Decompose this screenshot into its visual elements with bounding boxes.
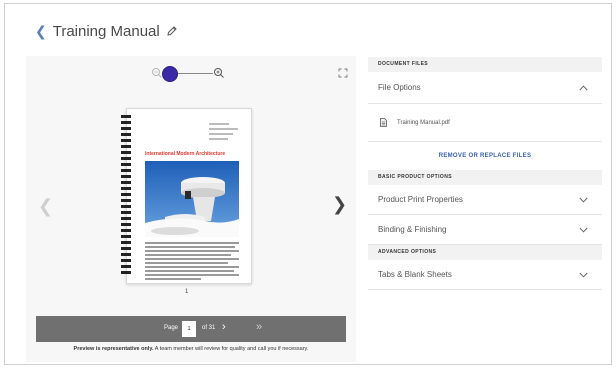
binding-finishing-toggle[interactable]: Binding & Finishing	[368, 215, 602, 245]
binding-finishing-label: Binding & Finishing	[378, 225, 447, 234]
pencil-icon[interactable]	[166, 25, 178, 37]
document-photo	[145, 161, 239, 237]
next-page-arrow[interactable]: ❯	[332, 194, 347, 215]
chevron-down-icon	[579, 197, 588, 203]
zoom-in-icon[interactable]	[213, 67, 225, 79]
page-number-input[interactable]	[182, 321, 196, 337]
page-indicator: 1	[185, 289, 189, 295]
tabs-blank-sheets-toggle[interactable]: Tabs & Blank Sheets	[368, 260, 602, 290]
chevron-up-icon	[579, 84, 588, 90]
page-header: ❮ Training Manual	[35, 20, 178, 42]
document-page-thumbnail: International Modern Architecture	[121, 108, 252, 284]
next-page-button[interactable]: ›	[222, 321, 226, 333]
tabs-blank-sheets-label: Tabs & Blank Sheets	[378, 270, 452, 279]
document-heading: International Modern Architecture	[145, 151, 226, 157]
last-page-button[interactable]: »	[256, 321, 262, 333]
product-print-properties-toggle[interactable]: Product Print Properties	[368, 185, 602, 215]
previous-page-arrow[interactable]: ❮	[38, 196, 53, 217]
page-title: Training Manual	[52, 22, 160, 40]
document-address-block	[209, 123, 243, 143]
chevron-down-icon	[579, 227, 588, 233]
section-header-document-files: DOCUMENT FILES	[368, 57, 602, 72]
file-name: Training Manual.pdf	[397, 119, 450, 126]
product-print-properties-label: Product Print Properties	[378, 195, 463, 204]
file-options-toggle[interactable]: File Options	[368, 72, 602, 104]
zoom-slider-handle[interactable]	[163, 67, 177, 81]
preview-disclaimer: Preview is representative only. A team m…	[36, 345, 346, 353]
fullscreen-icon[interactable]	[338, 68, 348, 78]
document-body-text	[145, 242, 239, 282]
chevron-down-icon	[579, 272, 588, 278]
preview-disclaimer-rest: A team member will review for quality an…	[153, 346, 309, 352]
section-header-advanced-options: ADVANCED OPTIONS	[368, 245, 602, 260]
zoom-control	[151, 66, 251, 82]
product-options-panel: DOCUMENT FILES File Options Training Man…	[368, 57, 602, 290]
file-options-label: File Options	[378, 83, 421, 92]
file-icon	[380, 118, 387, 127]
uploaded-file-row: Training Manual.pdf	[368, 104, 602, 142]
spiral-binding	[121, 115, 131, 274]
remove-or-replace-files-button[interactable]: REMOVE OR REPLACE FILES	[368, 142, 602, 170]
page-label: Page	[164, 325, 179, 331]
zoom-out-icon[interactable]	[151, 67, 163, 79]
document-preview: ❮ ❯ International Modern Architecture 1 …	[26, 56, 356, 362]
page-navigation-bar: Page of 31 › »	[36, 316, 346, 342]
chevron-left-icon[interactable]: ❮	[35, 24, 47, 38]
page-total: of 31	[202, 325, 216, 331]
preview-disclaimer-bold: Preview is representative only.	[73, 346, 154, 352]
section-header-basic-options: BASIC PRODUCT OPTIONS	[368, 170, 602, 185]
